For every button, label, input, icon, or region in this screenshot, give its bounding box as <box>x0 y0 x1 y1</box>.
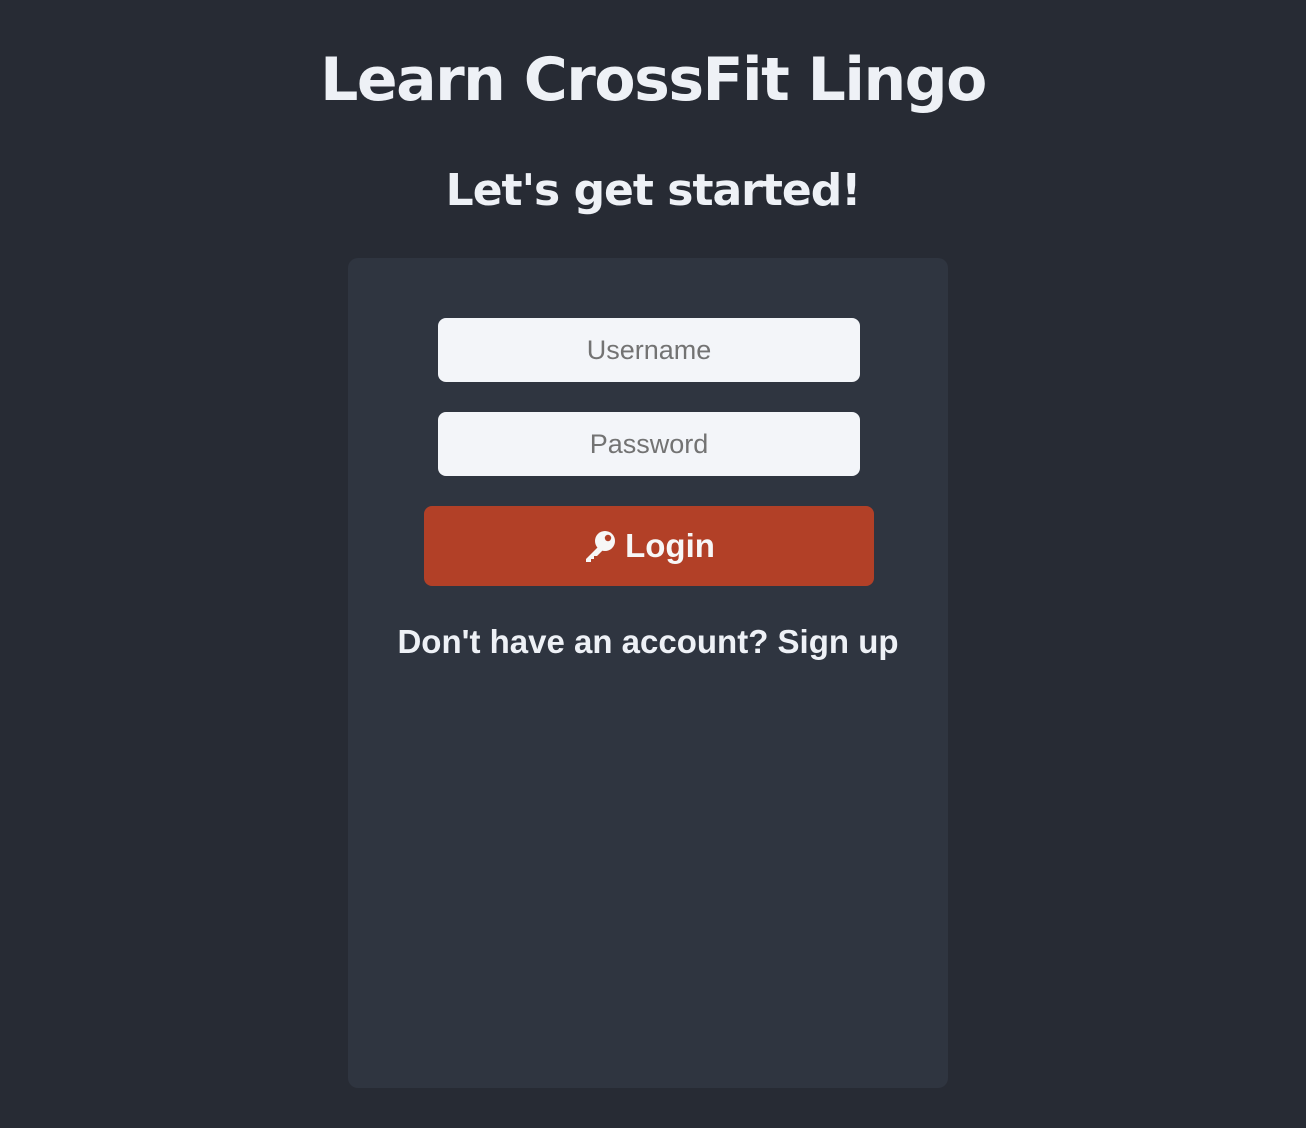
key-icon <box>583 529 617 563</box>
page-subtitle: Let's get started! <box>445 165 862 216</box>
login-button-label: Login <box>625 527 715 564</box>
signup-prompt-text: Don't have an account? <box>397 623 769 660</box>
app-title: Learn CrossFit Lingo <box>320 45 987 115</box>
signup-link[interactable]: Sign up <box>778 623 899 660</box>
login-button[interactable]: Login <box>424 506 874 586</box>
login-card: Login Don't have an account? Sign up <box>348 258 948 1088</box>
username-input[interactable] <box>438 318 860 382</box>
signup-prompt: Don't have an account? Sign up <box>348 622 948 662</box>
password-input[interactable] <box>438 412 860 476</box>
